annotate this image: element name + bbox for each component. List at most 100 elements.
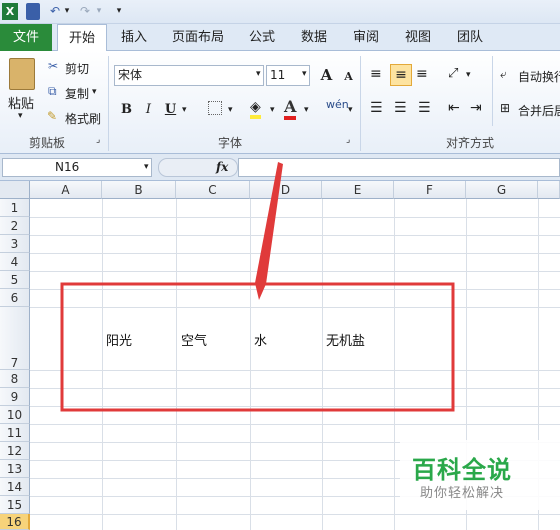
column-header[interactable]: [538, 181, 560, 199]
row-header[interactable]: 2: [0, 217, 30, 235]
row-header[interactable]: 4: [0, 253, 30, 271]
paste-button[interactable]: 粘贴: [8, 93, 34, 112]
font-size-dropdown-icon[interactable]: ▾: [302, 69, 307, 79]
clipboard-launcher-icon[interactable]: ⌟: [96, 135, 100, 145]
formula-input[interactable]: [238, 158, 560, 177]
grid-line: [30, 424, 560, 425]
column-header[interactable]: B: [102, 181, 176, 199]
italic-button[interactable]: I: [138, 100, 159, 120]
align-left-icon[interactable]: ☰: [370, 100, 383, 116]
fill-color-icon[interactable]: ◈: [250, 99, 261, 119]
align-right-icon[interactable]: ☰: [418, 100, 431, 116]
align-bottom-icon[interactable]: ≡: [416, 66, 428, 82]
row-header[interactable]: 15: [0, 496, 30, 514]
font-color-icon[interactable]: A: [284, 97, 297, 120]
grid-line: [30, 514, 560, 515]
grid-line: [30, 370, 560, 371]
column-header[interactable]: F: [394, 181, 466, 199]
row-header[interactable]: 11: [0, 424, 30, 442]
border-icon[interactable]: [208, 101, 222, 115]
column-header[interactable]: G: [466, 181, 538, 199]
font-launcher-icon[interactable]: ⌟: [346, 135, 350, 145]
excel-logo-icon: X: [2, 3, 18, 20]
cell-b7[interactable]: 阳光: [106, 330, 132, 349]
orientation-icon[interactable]: ⤢: [448, 66, 458, 81]
column-header[interactable]: A: [30, 181, 102, 199]
tab-view[interactable]: 视图: [396, 24, 440, 51]
fill-color-dropdown-icon[interactable]: ▾: [270, 105, 275, 115]
undo-dropdown-icon[interactable]: ▾: [62, 3, 72, 20]
row-header[interactable]: 13: [0, 460, 30, 478]
tab-formulas[interactable]: 公式: [240, 24, 284, 51]
paste-dropdown-icon[interactable]: ▾: [18, 111, 23, 121]
row-header[interactable]: 7: [0, 307, 30, 370]
merge-center-button[interactable]: 合并后居: [518, 102, 560, 119]
copy-dropdown-icon[interactable]: ▾: [92, 87, 97, 97]
tab-page-layout[interactable]: 页面布局: [163, 24, 233, 51]
name-box[interactable]: N16: [2, 158, 152, 177]
align-middle-icon[interactable]: ≡: [390, 64, 412, 86]
orientation-dropdown-icon[interactable]: ▾: [466, 70, 471, 80]
underline-button[interactable]: U: [160, 100, 181, 120]
grid-line: [30, 217, 560, 218]
align-center-icon[interactable]: ☰: [394, 100, 407, 116]
undo-icon[interactable]: ↶: [48, 3, 62, 20]
column-header[interactable]: C: [176, 181, 250, 199]
name-box-dropdown-icon[interactable]: ▾: [144, 162, 149, 172]
tab-team[interactable]: 团队: [448, 24, 492, 51]
border-dropdown-icon[interactable]: ▾: [228, 105, 233, 115]
row-header[interactable]: 6: [0, 289, 30, 307]
row-header[interactable]: 16: [0, 514, 30, 530]
row-header[interactable]: 12: [0, 442, 30, 460]
increase-indent-icon[interactable]: ⇥: [470, 100, 482, 116]
redo-dropdown-icon[interactable]: ▾: [94, 3, 104, 20]
align-top-icon[interactable]: ≡: [370, 66, 382, 82]
redo-icon[interactable]: ↷: [78, 3, 92, 20]
cell-c7[interactable]: 空气: [181, 330, 207, 349]
row-header[interactable]: 9: [0, 388, 30, 406]
tab-review[interactable]: 审阅: [344, 24, 388, 51]
column-header[interactable]: E: [322, 181, 394, 199]
grid-line: [250, 199, 251, 530]
fx-icon[interactable]: fx: [216, 160, 228, 174]
select-all-corner[interactable]: [0, 181, 30, 199]
font-color-dropdown-icon[interactable]: ▾: [304, 105, 309, 115]
tab-home[interactable]: 开始: [57, 24, 107, 52]
grow-font-button[interactable]: A: [316, 65, 337, 85]
font-name-combo[interactable]: 宋体: [114, 65, 264, 86]
format-painter-button[interactable]: 格式刷: [65, 110, 101, 127]
phonetic-dropdown-icon[interactable]: ▾: [348, 105, 353, 115]
bold-button[interactable]: B: [116, 100, 137, 120]
customize-toolbar-icon[interactable]: ▾: [114, 3, 124, 20]
row-header[interactable]: 8: [0, 370, 30, 388]
cell-e7[interactable]: 无机盐: [326, 330, 365, 349]
paste-icon[interactable]: [9, 58, 35, 90]
row-header[interactable]: 10: [0, 406, 30, 424]
grid-line: [30, 253, 560, 254]
format-painter-icon: ✎: [47, 109, 58, 123]
group-divider: [360, 56, 361, 151]
cell-d7[interactable]: 水: [254, 330, 267, 349]
copy-button[interactable]: 复制: [65, 85, 89, 102]
shrink-font-button[interactable]: A: [338, 67, 359, 87]
group-divider: [492, 56, 493, 126]
font-name-dropdown-icon[interactable]: ▾: [256, 69, 261, 79]
column-header[interactable]: D: [250, 181, 322, 199]
row-header[interactable]: 5: [0, 271, 30, 289]
underline-dropdown-icon[interactable]: ▾: [182, 105, 187, 115]
wrap-text-icon: ⤶: [500, 67, 507, 81]
save-icon[interactable]: [26, 3, 40, 20]
row-header[interactable]: 3: [0, 235, 30, 253]
row-header[interactable]: 14: [0, 478, 30, 496]
grid-line: [30, 406, 560, 407]
clipboard-group-label: 剪贴板: [28, 136, 65, 150]
phonetic-icon[interactable]: wén: [326, 98, 349, 111]
decrease-indent-icon[interactable]: ⇤: [448, 100, 460, 116]
watermark-subtitle: 助你轻松解决: [420, 486, 505, 501]
row-header[interactable]: 1: [0, 199, 30, 217]
cut-button[interactable]: 剪切: [65, 60, 89, 77]
wrap-text-button[interactable]: 自动换行: [518, 68, 560, 85]
tab-data[interactable]: 数据: [292, 24, 336, 51]
tab-insert[interactable]: 插入: [112, 24, 156, 51]
tab-file[interactable]: 文件: [0, 24, 52, 51]
